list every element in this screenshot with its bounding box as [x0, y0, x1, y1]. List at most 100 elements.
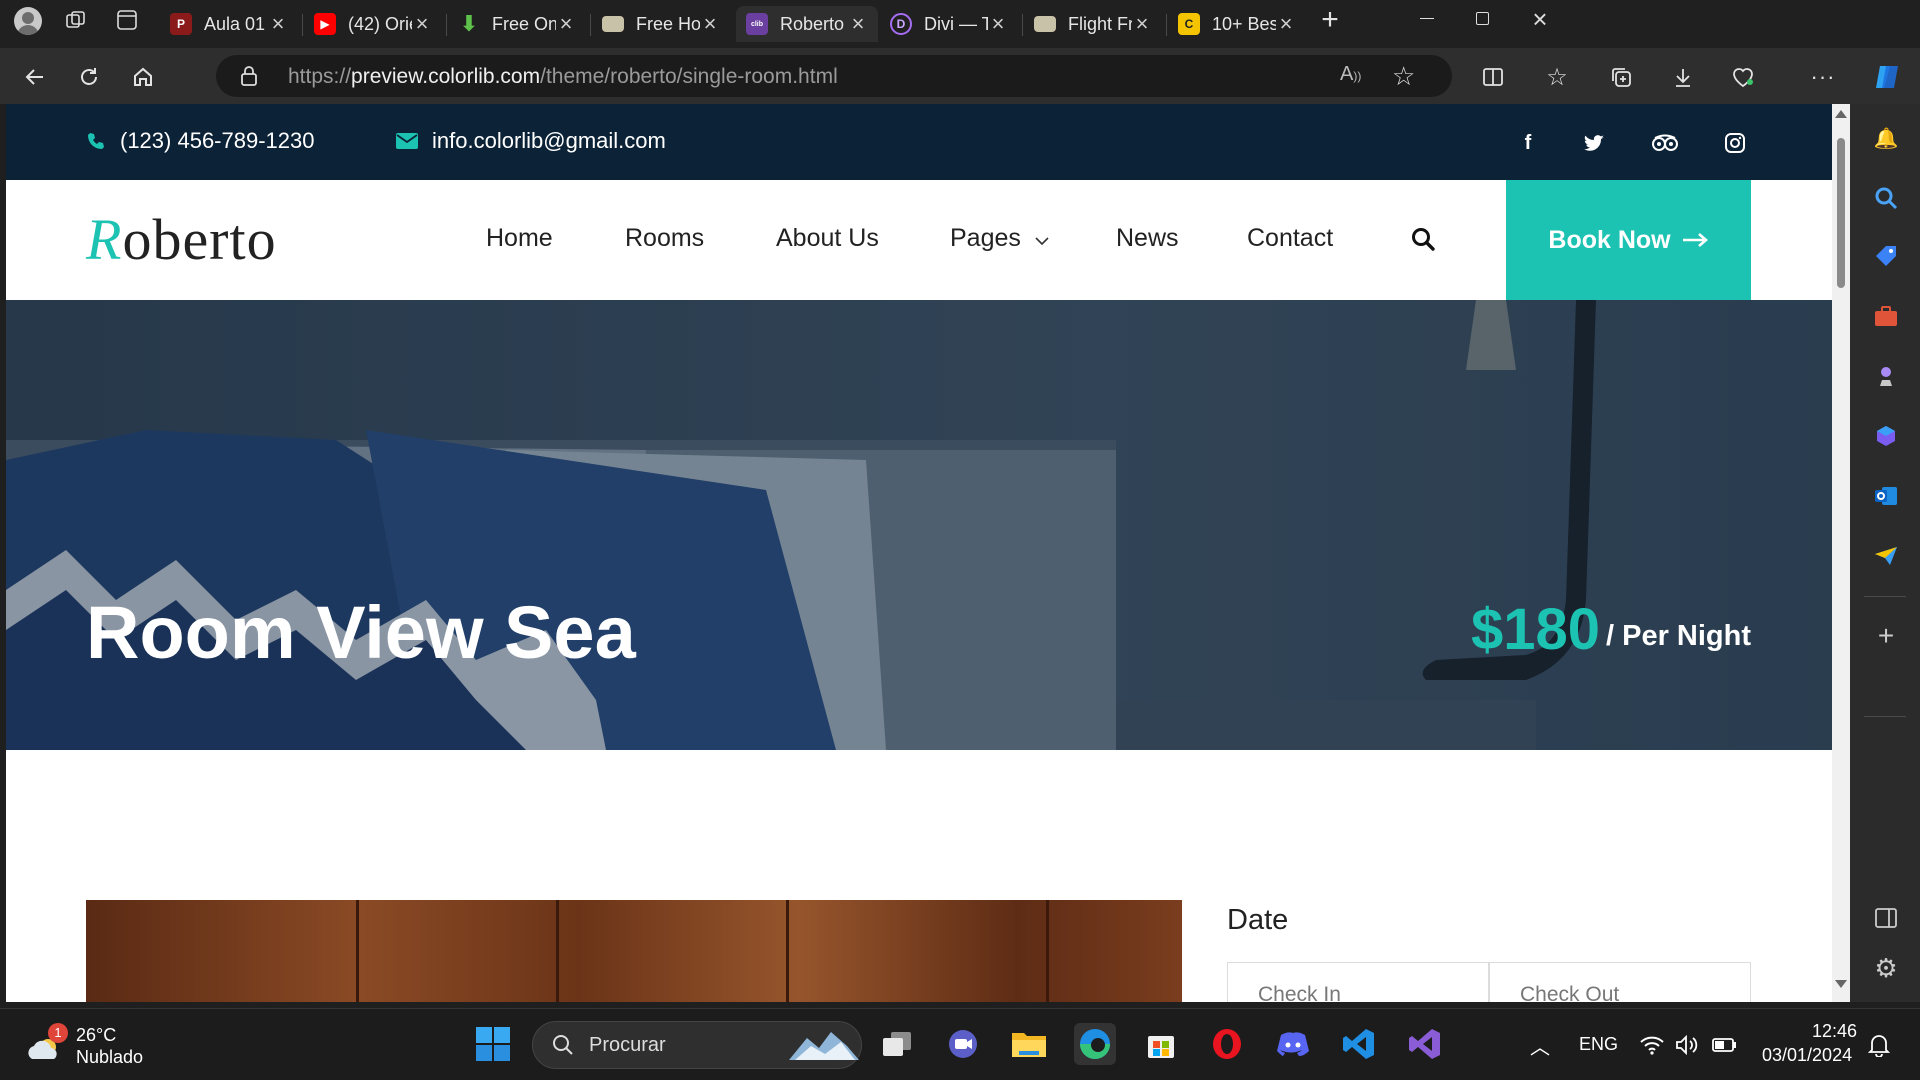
favorite-star-icon[interactable]: ☆	[1392, 61, 1415, 92]
wifi-icon[interactable]	[1640, 1035, 1664, 1055]
refresh-button[interactable]	[72, 60, 106, 94]
volume-icon[interactable]	[1675, 1035, 1699, 1055]
clock-time[interactable]: 12:46	[1812, 1021, 1857, 1042]
add-icon[interactable]: +	[1872, 620, 1900, 651]
nav-pages[interactable]: Pages	[950, 224, 1050, 253]
close-tab-icon[interactable]: ×	[412, 11, 432, 37]
shopping-tag-icon[interactable]	[1872, 242, 1900, 270]
book-now-button[interactable]: Book Now	[1506, 180, 1751, 300]
clock-date[interactable]: 03/01/2024	[1762, 1045, 1852, 1066]
file-explorer-icon[interactable]	[1008, 1023, 1050, 1065]
outlook-icon[interactable]	[1872, 482, 1900, 510]
browser-tab[interactable]: ⬇ Free Onlin ×	[448, 6, 586, 42]
collections-icon[interactable]	[1604, 60, 1638, 94]
send-icon[interactable]	[1872, 542, 1900, 570]
opera-icon[interactable]	[1206, 1023, 1248, 1065]
site-logo[interactable]: Roberto	[86, 206, 277, 273]
nav-rooms[interactable]: Rooms	[625, 224, 704, 253]
notifications-bell-icon[interactable]	[1868, 1033, 1890, 1057]
microsoft-store-icon[interactable]	[1140, 1023, 1182, 1065]
tab-separator	[302, 14, 303, 36]
close-tab-icon[interactable]: ×	[1276, 11, 1296, 37]
tools-icon[interactable]	[1872, 302, 1900, 330]
edge-browser-icon[interactable]	[1074, 1023, 1116, 1065]
favorites-icon[interactable]: ☆	[1540, 60, 1574, 94]
browser-tab[interactable]: Free Hote ×	[592, 6, 730, 42]
date-label: Date	[1227, 904, 1289, 936]
vscode-icon[interactable]	[1338, 1023, 1380, 1065]
downloads-icon[interactable]	[1666, 60, 1700, 94]
read-aloud-icon[interactable]: A))	[1340, 63, 1361, 86]
microsoft-365-icon[interactable]	[1872, 422, 1900, 450]
tab-separator	[446, 14, 447, 36]
sidebar-divider	[1864, 716, 1906, 717]
browser-tab[interactable]: Flight Fre ×	[1024, 6, 1162, 42]
email-contact[interactable]: info.colorlib@gmail.com	[396, 128, 666, 154]
twitter-icon[interactable]	[1581, 130, 1607, 156]
visual-studio-icon[interactable]	[1404, 1023, 1446, 1065]
language-indicator[interactable]: ENG	[1579, 1034, 1618, 1055]
url-text[interactable]: https://preview.colorlib.com/theme/rober…	[288, 65, 838, 89]
games-icon[interactable]	[1872, 362, 1900, 390]
new-tab-button[interactable]: +	[1316, 5, 1344, 35]
scrollbar-thumb[interactable]	[1837, 138, 1845, 288]
search-highlight-image	[789, 1032, 859, 1060]
workspaces-icon[interactable]	[66, 10, 88, 30]
check-in-field[interactable]: Check In	[1227, 962, 1489, 1002]
close-window-button[interactable]: ×	[1528, 4, 1552, 34]
close-tab-icon[interactable]: ×	[700, 11, 720, 37]
close-tab-icon[interactable]: ×	[268, 11, 288, 37]
bell-icon[interactable]: 🔔	[1872, 124, 1900, 152]
address-bar[interactable]: https://preview.colorlib.com/theme/rober…	[216, 55, 1452, 97]
battery-icon[interactable]	[1712, 1037, 1738, 1053]
search-icon[interactable]	[1410, 226, 1436, 252]
close-tab-icon[interactable]: ×	[988, 11, 1008, 37]
tab-actions-icon[interactable]	[117, 10, 137, 30]
search-icon	[553, 1035, 573, 1055]
scroll-down-arrow[interactable]	[1835, 980, 1847, 988]
close-tab-icon[interactable]: ×	[848, 11, 868, 37]
scroll-up-arrow[interactable]	[1835, 110, 1847, 118]
close-tab-icon[interactable]: ×	[1132, 11, 1152, 37]
nav-home[interactable]: Home	[486, 224, 553, 253]
hide-sidebar-icon[interactable]	[1872, 904, 1900, 932]
browser-essentials-icon[interactable]	[1726, 60, 1760, 94]
split-screen-icon[interactable]	[1476, 60, 1510, 94]
show-hidden-icons[interactable]: ︿	[1530, 1031, 1550, 1060]
instagram-icon[interactable]	[1722, 130, 1748, 156]
taskbar-search[interactable]: Procurar	[532, 1021, 862, 1069]
browser-tab[interactable]: P Aula 01 - ×	[160, 6, 298, 42]
lock-icon[interactable]	[240, 66, 258, 86]
notification-badge: 1	[48, 1023, 68, 1043]
settings-gear-icon[interactable]: ⚙	[1872, 953, 1900, 983]
copilot-icon[interactable]	[1870, 60, 1904, 94]
search-icon[interactable]	[1872, 184, 1900, 212]
windows-taskbar: 1 26°C Nublado Procurar ︿ ENG 12:46 03/0	[0, 1008, 1920, 1080]
minimize-button[interactable]	[1420, 18, 1434, 19]
browser-tab[interactable]: D Divi — Th ×	[880, 6, 1018, 42]
profile-avatar[interactable]	[14, 7, 42, 35]
phone-contact[interactable]: (123) 456-789-1230	[86, 128, 314, 154]
nav-news[interactable]: News	[1116, 224, 1179, 253]
discord-icon[interactable]	[1272, 1023, 1314, 1065]
back-button[interactable]	[18, 60, 52, 94]
facebook-icon[interactable]: f	[1515, 130, 1541, 156]
page-scrollbar[interactable]	[1832, 104, 1850, 1002]
page-viewport: (123) 456-789-1230 info.colorlib@gmail.c…	[6, 104, 1832, 1002]
tripadvisor-icon[interactable]	[1650, 130, 1680, 156]
close-tab-icon[interactable]: ×	[556, 11, 576, 37]
nav-about[interactable]: About Us	[776, 224, 879, 253]
browser-tab[interactable]: ▶ (42) Orien ×	[304, 6, 442, 42]
nav-contact[interactable]: Contact	[1247, 224, 1333, 253]
weather-widget[interactable]: 1 26°C Nublado	[26, 1023, 166, 1069]
windows-start-icon[interactable]	[472, 1023, 514, 1065]
settings-more-icon[interactable]: ···	[1806, 60, 1840, 94]
restore-button[interactable]	[1476, 12, 1489, 25]
room-gallery-image[interactable]	[86, 900, 1182, 1002]
teams-meet-icon[interactable]	[942, 1023, 984, 1065]
check-out-field[interactable]: Check Out	[1489, 962, 1751, 1002]
home-button[interactable]	[126, 60, 160, 94]
browser-tab[interactable]: C 10+ Best ×	[1168, 6, 1306, 42]
browser-tab-active[interactable]: clib Roberto ×	[736, 6, 878, 42]
task-view-icon[interactable]	[876, 1023, 918, 1065]
